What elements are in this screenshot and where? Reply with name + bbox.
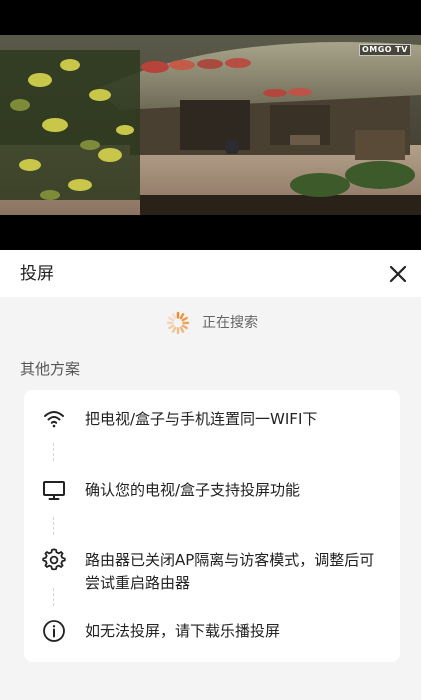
other-solutions-heading: 其他方案 <box>20 360 81 378</box>
solutions-card: 把电视/盒子与手机连置同一WIFI下 确认您的电视/盒子支持投屏功能 路由器已关… <box>24 390 400 662</box>
video-player[interactable]: OMGO TV <box>0 0 421 250</box>
channel-watermark: OMGO TV <box>358 44 411 56</box>
step-text: 把电视/盒子与手机连置同一WIFI下 <box>85 410 318 428</box>
sheet-header: 投屏 <box>0 250 421 297</box>
step-connector <box>53 517 54 535</box>
info-icon <box>43 620 65 642</box>
video-frame-image <box>0 35 421 215</box>
search-status: 正在搜索 <box>0 310 421 336</box>
step-text[interactable]: 如无法投屏，请下载乐播投屏 <box>85 620 385 643</box>
loading-spinner-icon <box>166 311 190 335</box>
step-connector <box>53 443 54 461</box>
close-icon <box>389 265 407 283</box>
searching-label: 正在搜索 <box>202 315 258 331</box>
gear-icon <box>42 548 66 571</box>
monitor-icon <box>43 481 65 500</box>
cast-sheet: 投屏 正在搜索 其他方案 把电视/盒子与手机连置同一WIFI下 确认您的电视/盒… <box>0 250 421 700</box>
step-text: 确认您的电视/盒子支持投屏功能 <box>85 481 301 499</box>
step-connector <box>53 588 54 606</box>
wifi-icon <box>44 411 64 428</box>
sheet-title: 投屏 <box>20 264 54 284</box>
step-text: 路由器已关闭AP隔离与访客模式，调整后可尝试重启路由器 <box>85 551 375 592</box>
close-button[interactable] <box>385 261 411 287</box>
